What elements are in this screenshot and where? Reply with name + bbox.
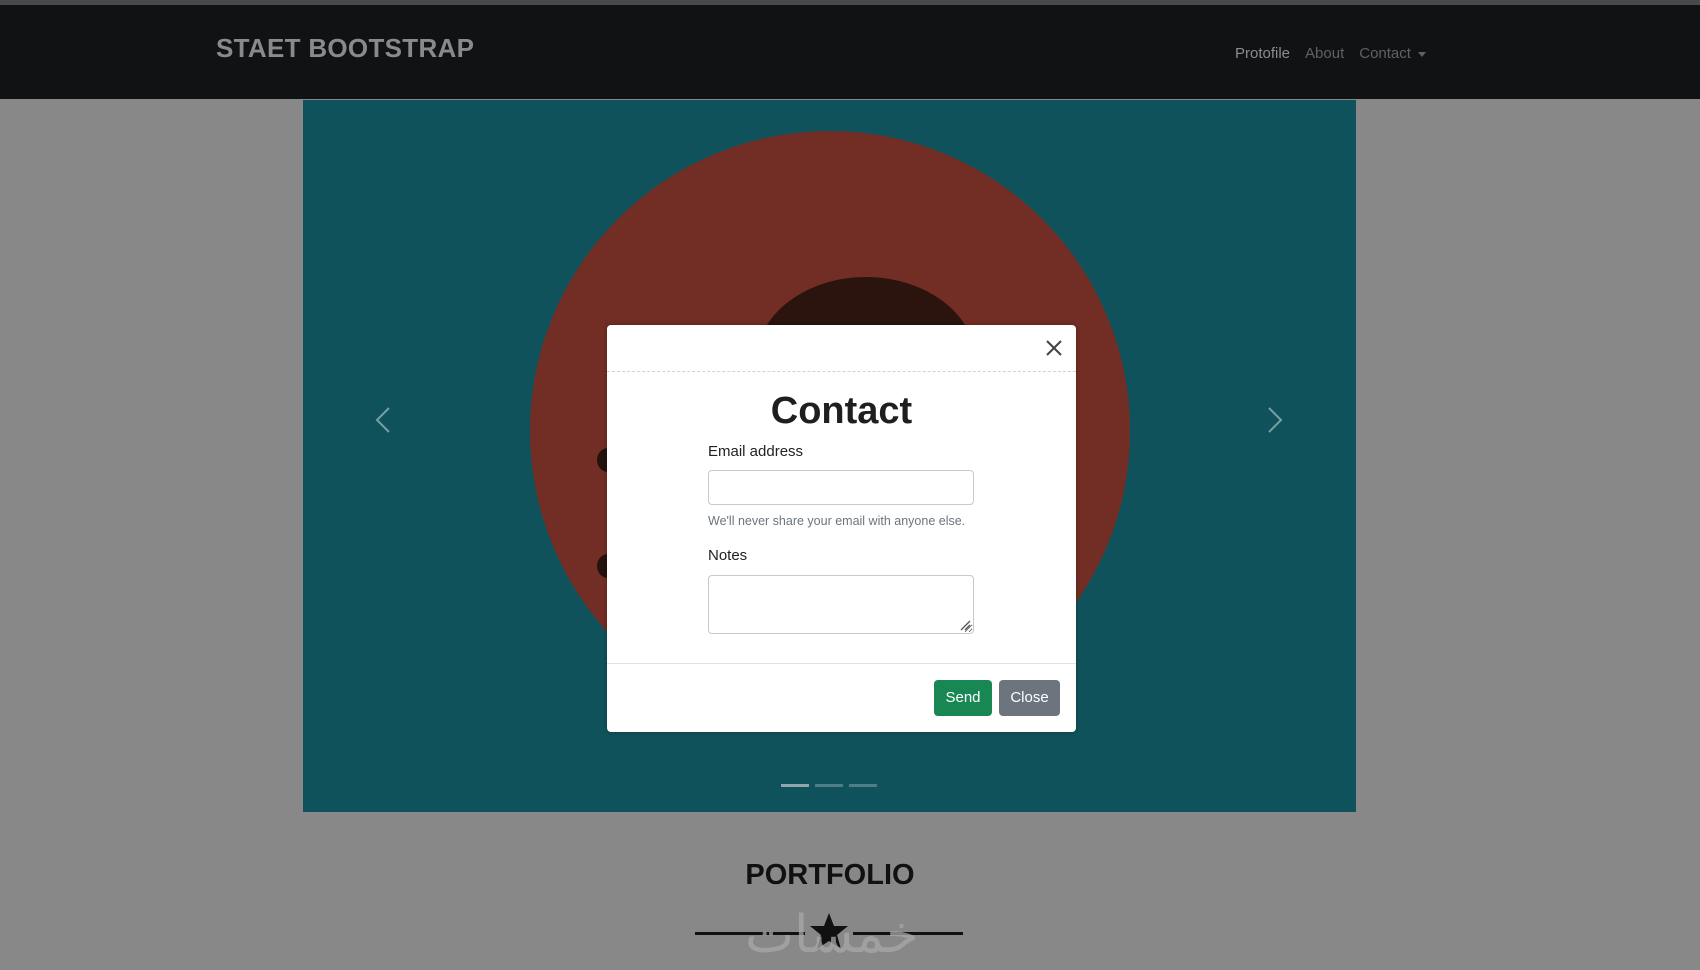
modal-footer: Send Close bbox=[607, 663, 1076, 733]
send-button[interactable]: Send bbox=[934, 680, 992, 716]
close-icon[interactable] bbox=[1043, 337, 1065, 359]
navbar: STAET BOOTSTRAP Protofile About Contact bbox=[0, 5, 1700, 99]
watermark-logo: خمسات bbox=[745, 905, 919, 965]
email-label: Email address bbox=[708, 443, 804, 460]
notes-label: Notes bbox=[708, 547, 748, 564]
modal-title: Contact bbox=[770, 390, 913, 432]
modal-header bbox=[607, 325, 1076, 372]
nav-item-about[interactable]: About bbox=[1305, 45, 1344, 62]
close-button[interactable]: Close bbox=[999, 680, 1060, 716]
nav-menu: Protofile About Contact bbox=[1235, 45, 1426, 62]
email-help-text: We'll never share your email with anyone… bbox=[708, 514, 966, 528]
chevron-left-icon[interactable] bbox=[363, 400, 403, 440]
contact-modal: Contact Email address We'll never share … bbox=[607, 325, 1076, 732]
chevron-right-icon[interactable] bbox=[1255, 400, 1295, 440]
carousel-indicator[interactable] bbox=[781, 784, 809, 787]
carousel-indicator[interactable] bbox=[849, 784, 877, 787]
carousel-indicators bbox=[781, 784, 877, 787]
caret-down-icon bbox=[1417, 51, 1426, 57]
navbar-brand[interactable]: STAET BOOTSTRAP bbox=[216, 33, 474, 64]
nav-item-contact-label: Contact bbox=[1359, 45, 1411, 62]
nav-item-protofile[interactable]: Protofile bbox=[1235, 45, 1290, 62]
section-title: PORTFOLIO bbox=[745, 859, 915, 891]
resize-grip-icon[interactable] bbox=[959, 619, 971, 631]
nav-item-contact[interactable]: Contact bbox=[1359, 45, 1426, 62]
carousel-indicator[interactable] bbox=[815, 784, 843, 787]
email-field[interactable] bbox=[708, 470, 974, 505]
notes-field[interactable] bbox=[708, 575, 974, 634]
